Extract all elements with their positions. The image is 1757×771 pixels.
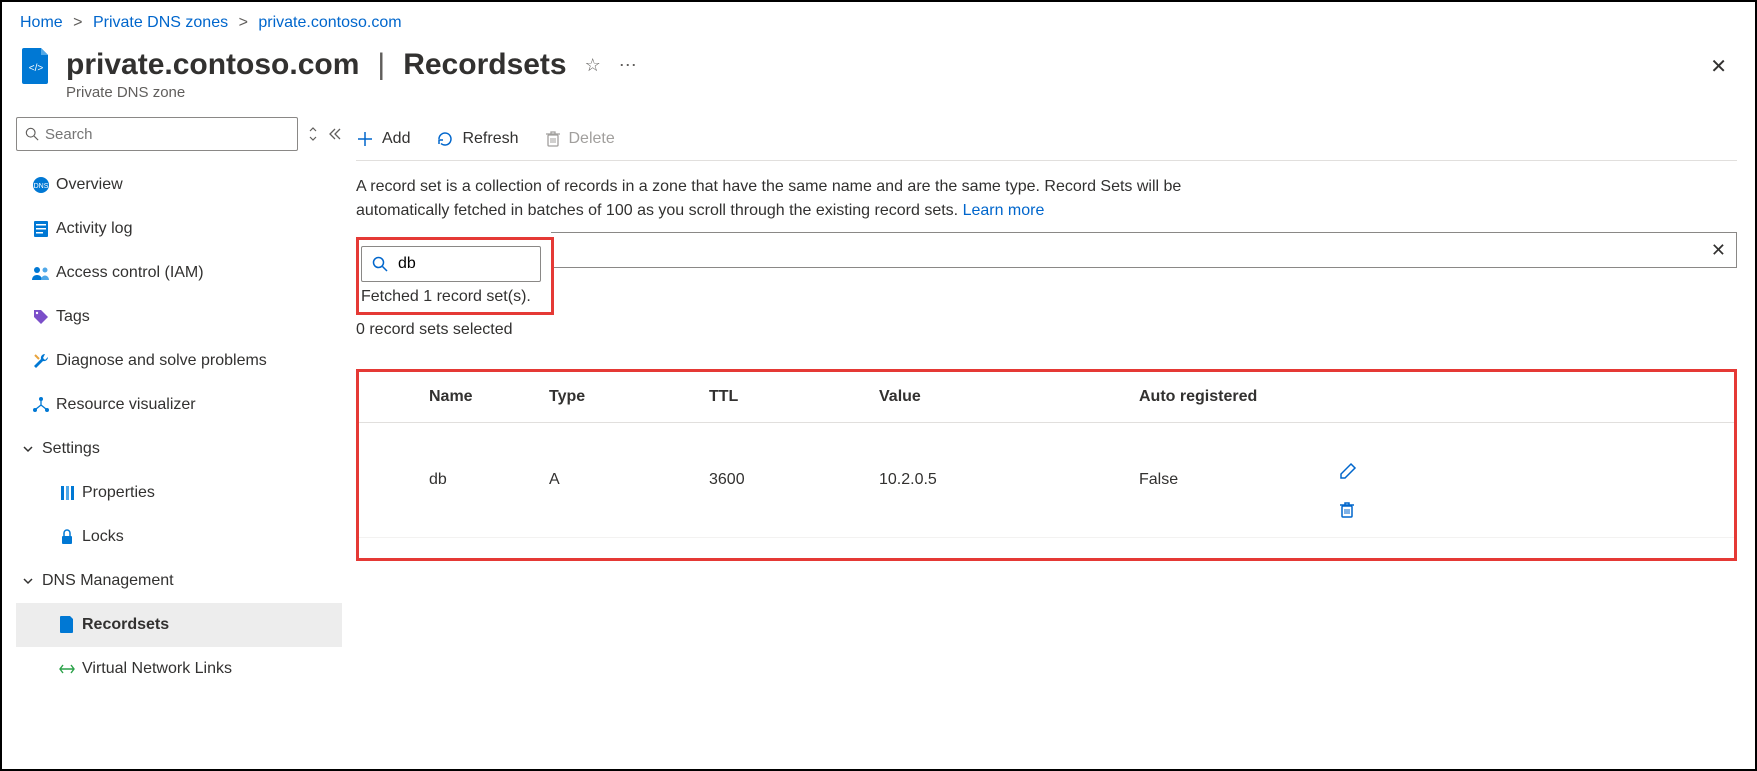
sidebar-group-dns-management[interactable]: DNS Management [16, 559, 342, 603]
favorite-star-icon[interactable]: ☆ [585, 55, 601, 76]
collapse-sidebar-icon[interactable] [328, 128, 342, 140]
sidebar-item-activity-log[interactable]: Activity log [16, 207, 342, 251]
wrench-icon [26, 352, 56, 370]
sidebar: DNS Overview Activity log Access control… [2, 117, 352, 754]
sidebar-group-label: DNS Management [42, 572, 174, 590]
main-content: Add Refresh Delete A record set is a col… [352, 117, 1755, 754]
records-table: Name Type TTL Value Auto registered db A… [359, 372, 1734, 538]
breadcrumb-zones[interactable]: Private DNS zones [93, 14, 228, 31]
sidebar-label: Locks [82, 528, 124, 546]
close-icon[interactable]: ✕ [1710, 54, 1727, 79]
breadcrumb: Home > Private DNS zones > private.conto… [2, 2, 1755, 40]
col-value[interactable]: Value [869, 372, 1129, 423]
page-section: Recordsets [403, 48, 566, 82]
properties-icon [52, 484, 82, 502]
cell-type: A [539, 423, 699, 538]
toolbar-label: Add [382, 130, 410, 148]
description-text: A record set is a collection of records … [356, 175, 1256, 223]
sidebar-item-virtual-network-links[interactable]: Virtual Network Links [16, 647, 342, 691]
globe-icon: DNS [26, 176, 56, 194]
col-ttl[interactable]: TTL [699, 372, 869, 423]
record-search-input[interactable] [398, 255, 530, 273]
cell-actions [1329, 423, 1734, 538]
page-header: </> private.contoso.com | Recordsets ☆ ⋯… [2, 40, 1755, 117]
sidebar-item-overview[interactable]: DNS Overview [16, 163, 342, 207]
selected-count: 0 record sets selected [356, 321, 1737, 339]
breadcrumb-zone[interactable]: private.contoso.com [258, 14, 401, 31]
breadcrumb-home[interactable]: Home [20, 14, 63, 31]
plus-icon [356, 130, 374, 148]
search-icon [372, 256, 388, 272]
page-title: private.contoso.com [66, 48, 359, 82]
sidebar-label: Activity log [56, 220, 132, 238]
dns-file-icon [52, 616, 82, 634]
sidebar-label: Tags [56, 308, 90, 326]
cell-auto: False [1129, 423, 1329, 538]
col-name[interactable]: Name [359, 372, 539, 423]
sidebar-label: Properties [82, 484, 155, 502]
sidebar-label: Virtual Network Links [82, 660, 232, 678]
cell-ttl: 3600 [699, 423, 869, 538]
people-icon [26, 265, 56, 281]
search-highlight: Fetched 1 record set(s). [356, 237, 554, 315]
sidebar-group-label: Settings [42, 440, 100, 458]
trash-icon [545, 130, 561, 148]
sidebar-search[interactable] [16, 117, 298, 151]
table-row[interactable]: db A 3600 10.2.0.5 False [359, 423, 1734, 538]
page-subtitle: Private DNS zone [66, 84, 1710, 101]
col-actions [1329, 372, 1734, 423]
lock-icon [52, 529, 82, 545]
trash-icon[interactable] [1339, 501, 1704, 519]
log-icon [26, 220, 56, 238]
col-auto-registered[interactable]: Auto registered [1129, 372, 1329, 423]
sidebar-item-access-control[interactable]: Access control (IAM) [16, 251, 342, 295]
tag-icon [26, 308, 56, 326]
svg-text:DNS: DNS [34, 183, 49, 190]
clear-search-icon[interactable]: ✕ [1711, 240, 1726, 261]
sidebar-item-diagnose[interactable]: Diagnose and solve problems [16, 339, 342, 383]
add-button[interactable]: Add [356, 130, 410, 148]
edit-icon[interactable] [1339, 462, 1704, 480]
table-header-row: Name Type TTL Value Auto registered [359, 372, 1734, 423]
toolbar: Add Refresh Delete [356, 117, 1737, 161]
chevron-down-icon [22, 575, 34, 587]
graph-icon [26, 396, 56, 414]
sidebar-label: Access control (IAM) [56, 264, 204, 282]
refresh-icon [436, 130, 454, 148]
svg-text:</>: </> [29, 63, 44, 74]
sidebar-item-locks[interactable]: Locks [16, 515, 342, 559]
expand-toggle-icon[interactable] [308, 126, 318, 142]
search-icon [25, 127, 39, 141]
sidebar-item-resource-visualizer[interactable]: Resource visualizer [16, 383, 342, 427]
sidebar-label: Resource visualizer [56, 396, 196, 414]
sidebar-group-settings[interactable]: Settings [16, 427, 342, 471]
fetched-count: Fetched 1 record set(s). [361, 288, 541, 306]
chevron-down-icon [22, 443, 34, 455]
record-search-extent[interactable]: ✕ [551, 232, 1737, 268]
records-table-highlight: Name Type TTL Value Auto registered db A… [356, 369, 1737, 561]
sidebar-item-tags[interactable]: Tags [16, 295, 342, 339]
sidebar-label: Diagnose and solve problems [56, 352, 267, 370]
learn-more-link[interactable]: Learn more [963, 202, 1045, 219]
breadcrumb-sep: > [239, 14, 248, 31]
record-search[interactable] [361, 246, 541, 282]
dns-file-icon: </> [20, 48, 52, 84]
sidebar-search-input[interactable] [45, 126, 289, 143]
toolbar-label: Refresh [462, 130, 518, 148]
refresh-button[interactable]: Refresh [436, 130, 518, 148]
breadcrumb-sep: > [73, 14, 82, 31]
network-icon [52, 662, 82, 676]
sidebar-label: Overview [56, 176, 123, 194]
sidebar-item-recordsets[interactable]: Recordsets [16, 603, 342, 647]
sidebar-item-properties[interactable]: Properties [16, 471, 342, 515]
col-type[interactable]: Type [539, 372, 699, 423]
more-icon[interactable]: ⋯ [619, 55, 637, 76]
sidebar-label: Recordsets [82, 616, 169, 634]
cell-value: 10.2.0.5 [869, 423, 1129, 538]
delete-button: Delete [545, 130, 615, 148]
title-separator: | [377, 48, 385, 82]
cell-name: db [359, 423, 539, 538]
toolbar-label: Delete [569, 130, 615, 148]
